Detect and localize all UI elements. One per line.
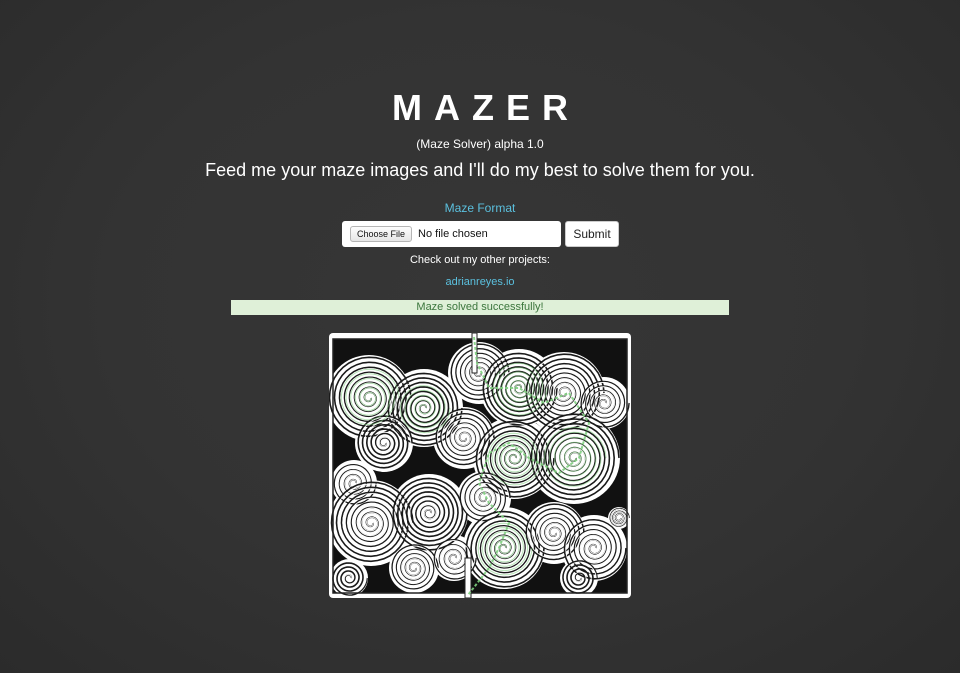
upload-form: Choose File No file chosen Submit: [342, 221, 619, 247]
maze-format-link[interactable]: Maze Format: [445, 201, 516, 215]
projects-link-row: adrianreyes.io: [0, 275, 960, 289]
choose-file-button[interactable]: Choose File: [350, 226, 413, 242]
maze-image-icon: [329, 333, 630, 598]
success-alert: Maze solved successfully!: [231, 300, 729, 315]
app-title: MAZER: [392, 87, 580, 128]
app-subtitle: (Maze Solver) alpha 1.0: [416, 137, 544, 151]
solved-maze-image: [329, 333, 631, 598]
tagline: Feed me your maze images and I'll do my …: [205, 160, 755, 180]
projects-link[interactable]: adrianreyes.io: [445, 276, 514, 288]
file-input[interactable]: Choose File No file chosen: [342, 221, 561, 247]
maze-format-row: Maze Format: [0, 200, 960, 216]
projects-label: Check out my other projects:: [409, 254, 550, 266]
submit-button[interactable]: Submit: [565, 221, 619, 247]
page: MAZER (Maze Solver) alpha 1.0 Feed me yo…: [0, 0, 960, 673]
file-status-text: No file chosen: [418, 228, 488, 240]
